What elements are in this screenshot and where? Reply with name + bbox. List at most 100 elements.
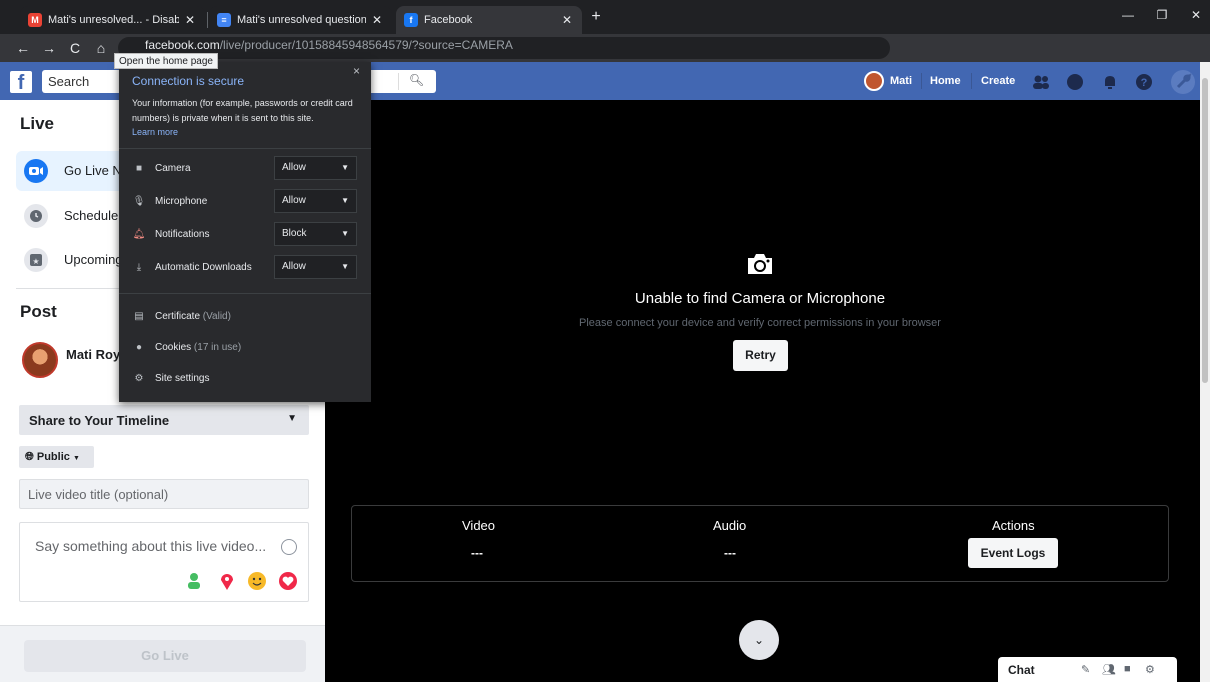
back-icon[interactable]: ← bbox=[14, 39, 32, 57]
clock-icon bbox=[24, 204, 48, 228]
certificate-link[interactable]: ▤ Certificate (Valid) bbox=[133, 306, 231, 326]
browser-tab-bar: M Mati's unresolved... - Disable the ✕ ≡… bbox=[0, 0, 1210, 34]
group-icon[interactable]: 👥︎ bbox=[1102, 663, 1116, 676]
facebook-logo-icon[interactable]: f bbox=[10, 71, 32, 94]
user-avatar[interactable] bbox=[864, 71, 884, 91]
event-logs-button[interactable]: Event Logs bbox=[968, 538, 1058, 568]
cookies-link[interactable]: ● Cookies (17 in use) bbox=[133, 337, 241, 357]
search-input[interactable]: Search bbox=[42, 70, 120, 93]
reload-icon[interactable]: C bbox=[66, 39, 84, 57]
url-host: facebook.com bbox=[145, 38, 220, 52]
certificate-icon: ▤ bbox=[134, 310, 144, 322]
url-path: /live/producer/10158845948564579/?source… bbox=[219, 38, 513, 52]
live-title-input[interactable]: Live video title (optional) bbox=[19, 479, 309, 509]
forward-icon[interactable]: → bbox=[40, 39, 58, 57]
close-icon[interactable]: × bbox=[353, 64, 360, 78]
tab-title: Facebook bbox=[424, 14, 473, 26]
emoji-icon[interactable] bbox=[281, 539, 297, 555]
caret-down-icon: ▼ bbox=[341, 163, 349, 172]
home-icon[interactable]: ⌂ bbox=[92, 39, 110, 57]
chat-bar[interactable]: Chat ✎ 👥︎ ■ ⚙ bbox=[998, 657, 1177, 682]
site-settings-label: Site settings bbox=[155, 372, 210, 384]
tab-gmail[interactable]: M Mati's unresolved... - Disable the ✕ bbox=[20, 6, 205, 34]
download-icon: ⤓ bbox=[136, 261, 142, 273]
tab-title: Mati's unresolved questions - Go bbox=[237, 14, 366, 26]
audio-value: --- bbox=[724, 546, 736, 560]
caret-down-icon: ▼ bbox=[72, 455, 80, 462]
permission-label: Microphone bbox=[155, 195, 208, 207]
svg-text:★: ★ bbox=[32, 257, 39, 266]
feeling-icon[interactable] bbox=[247, 571, 267, 591]
tab-title: Mati's unresolved... - Disable the bbox=[48, 14, 179, 26]
tab-facebook[interactable]: f Facebook ✕ bbox=[396, 6, 582, 34]
notifications-bell-icon[interactable] bbox=[1101, 73, 1119, 91]
certificate-label: Certificate bbox=[155, 310, 201, 322]
microphone-permission-select[interactable]: Allow ▼ bbox=[274, 189, 357, 213]
nav-separator bbox=[971, 73, 972, 89]
permission-notifications: 🔔︎ Notifications bbox=[132, 224, 210, 244]
notifications-permission-select[interactable]: Block ▼ bbox=[274, 222, 357, 246]
new-tab-button[interactable]: + bbox=[588, 9, 604, 25]
url-text[interactable]: facebook.com/live/producer/1015884594856… bbox=[145, 38, 513, 52]
bell-blocked-icon: 🔔︎ bbox=[132, 228, 146, 240]
compose-icon[interactable]: ✎ bbox=[1081, 663, 1094, 676]
video-label: Video bbox=[462, 518, 496, 533]
downloads-permission-select[interactable]: Allow ▼ bbox=[274, 255, 357, 279]
privacy-label: Public bbox=[36, 451, 70, 463]
gear-icon[interactable]: ⚙ bbox=[1145, 663, 1158, 676]
camera-permission-select[interactable]: Allow ▼ bbox=[274, 156, 357, 180]
close-icon[interactable]: ✕ bbox=[370, 13, 384, 27]
create-link[interactable]: Create bbox=[981, 75, 1015, 87]
description-input[interactable]: Say something about this live video... bbox=[19, 522, 309, 602]
close-window-icon[interactable]: ✕ bbox=[1184, 8, 1208, 26]
select-value: Block bbox=[282, 228, 307, 239]
globe-icon: 🌐︎ bbox=[25, 451, 34, 463]
post-heading: Post bbox=[20, 302, 57, 321]
tab-docs[interactable]: ≡ Mati's unresolved questions - Go ✕ bbox=[209, 6, 392, 34]
popup-title: Connection is secure bbox=[132, 74, 245, 88]
close-icon[interactable]: ✕ bbox=[560, 13, 574, 27]
messenger-icon[interactable] bbox=[1066, 73, 1084, 91]
cookie-icon: ● bbox=[135, 341, 143, 353]
gear-icon: ⚙ bbox=[134, 372, 144, 384]
permission-camera: ■ Camera bbox=[133, 158, 191, 178]
chevron-down-icon[interactable]: ⌄ bbox=[739, 620, 779, 660]
go-live-button[interactable]: Go Live bbox=[24, 640, 306, 672]
nav-separator bbox=[921, 73, 922, 89]
privacy-select[interactable]: 🌐︎ Public ▼ bbox=[19, 446, 94, 468]
scrollbar-thumb[interactable] bbox=[1202, 78, 1208, 383]
live-heading: Live bbox=[20, 114, 55, 133]
check-in-icon[interactable] bbox=[217, 571, 237, 591]
cookies-status: (17 in use) bbox=[193, 341, 242, 353]
home-tooltip: Open the home page bbox=[114, 53, 218, 69]
learn-more-link[interactable]: Learn more bbox=[132, 127, 178, 137]
profile-link[interactable]: Mati bbox=[890, 75, 912, 87]
permission-downloads: ⤓ Automatic Downloads bbox=[133, 257, 252, 277]
help-icon[interactable]: ? bbox=[1135, 73, 1153, 91]
settings-wrench-icon[interactable] bbox=[1170, 69, 1196, 95]
divider bbox=[119, 148, 371, 149]
tag-friends-icon[interactable] bbox=[186, 571, 206, 591]
caret-down-icon: ▼ bbox=[287, 413, 297, 424]
permission-microphone: 🎙︎ Microphone bbox=[132, 191, 208, 211]
author-name[interactable]: Mati Roy bbox=[66, 347, 120, 362]
video-camera-icon: ■ bbox=[135, 162, 143, 174]
error-subtitle: Please connect your device and verify co… bbox=[579, 317, 941, 329]
maximize-icon[interactable]: ❐ bbox=[1150, 8, 1174, 26]
audio-label: Audio bbox=[713, 518, 747, 533]
minimize-icon[interactable]: — bbox=[1116, 8, 1140, 26]
share-destination-select[interactable]: Share to Your Timeline ▼ bbox=[19, 405, 309, 435]
support-nonprofit-icon[interactable] bbox=[278, 571, 298, 591]
microphone-icon: 🎙︎ bbox=[132, 195, 146, 207]
search-icon[interactable]: 🔍︎ bbox=[398, 73, 434, 90]
friend-requests-icon[interactable] bbox=[1032, 73, 1050, 91]
share-label: Share to Your Timeline bbox=[29, 413, 170, 428]
author-avatar[interactable] bbox=[22, 342, 58, 378]
retry-button[interactable]: Retry bbox=[733, 340, 788, 371]
caret-down-icon: ▼ bbox=[341, 229, 349, 238]
close-icon[interactable]: ✕ bbox=[183, 13, 197, 27]
video-call-icon[interactable]: ■ bbox=[1124, 663, 1137, 676]
home-link[interactable]: Home bbox=[930, 75, 961, 87]
site-settings-link[interactable]: ⚙ Site settings bbox=[133, 368, 210, 388]
select-value: Allow bbox=[282, 195, 306, 206]
